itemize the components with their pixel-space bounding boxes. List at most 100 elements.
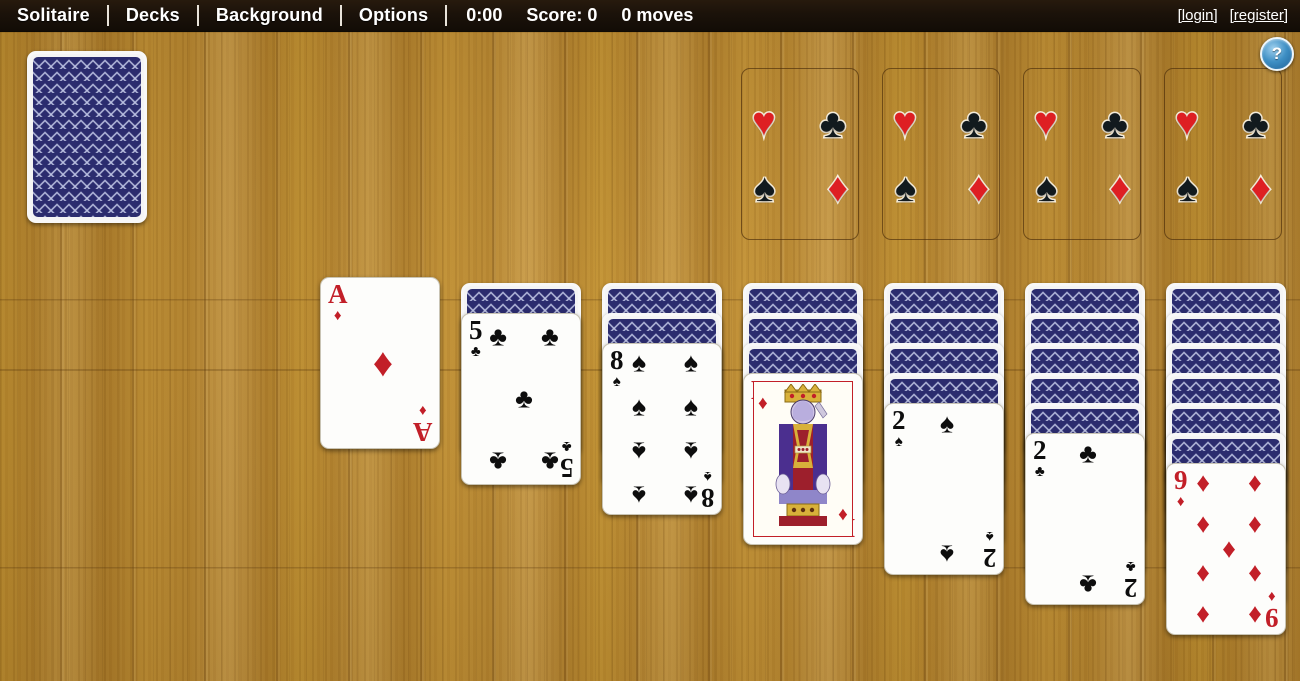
face-up-card-2-of-spades[interactable]: 2 ♠ 2 ♠ ♠ ♠ bbox=[884, 403, 1004, 575]
spade-pip-icon: ♠ bbox=[683, 480, 699, 511]
card-rank: 2 bbox=[1123, 573, 1138, 603]
diamond-icon: ♦ bbox=[1249, 166, 1272, 210]
card-corner-index: 2 ♠ bbox=[982, 528, 997, 573]
spade-icon: ♠ bbox=[612, 372, 621, 390]
club-pip-icon: ♣ bbox=[489, 321, 507, 352]
card-corner-index: 2 ♠ bbox=[892, 407, 906, 450]
spade-pip-icon: ♠ bbox=[683, 391, 699, 422]
menu-decks[interactable]: Decks bbox=[116, 5, 190, 26]
card-corner-index: A ♦ bbox=[328, 281, 348, 324]
spade-pip-icon: ♠ bbox=[683, 436, 699, 467]
diamond-icon: ♦ bbox=[1176, 492, 1185, 510]
foundation-suit-grid: ♥ ♣ ♠ ♦ bbox=[751, 101, 850, 210]
menu-separator bbox=[196, 5, 199, 26]
card-pip-field: ♦ ♦ ♦ ♦ ♦ ♦ ♦ ♦ ♦ bbox=[1193, 467, 1265, 631]
diamond-icon: ♦ bbox=[333, 306, 342, 324]
card-corner-index: 5 ♣ bbox=[559, 438, 574, 483]
menu-separator bbox=[106, 5, 109, 26]
face-up-card-a-of-diamonds[interactable]: A ♦ A ♦ ♦ bbox=[320, 277, 440, 449]
club-pip-icon: ♣ bbox=[489, 446, 507, 477]
club-pip-icon: ♣ bbox=[1079, 438, 1097, 469]
stock-pile[interactable] bbox=[27, 51, 147, 223]
spade-icon: ♠ bbox=[894, 432, 903, 450]
club-icon: ♣ bbox=[561, 438, 572, 456]
face-up-card-9-of-diamonds[interactable]: 9 ♦ 9 ♦ ♦ ♦ ♦ ♦ ♦ ♦ ♦ ♦ ♦ bbox=[1166, 463, 1286, 635]
foundation-suit-grid: ♥ ♣ ♠ ♦ bbox=[1174, 101, 1273, 210]
club-icon: ♣ bbox=[1034, 462, 1045, 480]
foundation-suit-grid: ♥ ♣ ♠ ♦ bbox=[892, 101, 991, 210]
diamond-pip-icon: ♦ bbox=[1196, 559, 1210, 590]
diamond-pip-icon: ♦ bbox=[1222, 533, 1236, 564]
login-link[interactable]: [login] bbox=[1172, 7, 1224, 24]
card-rank: 5 bbox=[559, 453, 574, 483]
club-icon: ♣ bbox=[959, 102, 988, 146]
card-rank: 9 bbox=[1264, 603, 1279, 633]
court-card-artwork: ♦ ♦ bbox=[753, 381, 853, 537]
card-back-pattern bbox=[33, 57, 141, 217]
spade-icon: ♠ bbox=[1034, 166, 1058, 210]
diamond-icon: ♦ bbox=[967, 166, 990, 210]
card-rank: 5 bbox=[469, 315, 483, 345]
spade-pip-icon: ♠ bbox=[631, 347, 647, 378]
spade-pip-icon: ♠ bbox=[939, 408, 955, 439]
diamond-icon: ♦ bbox=[838, 504, 848, 525]
spade-icon: ♠ bbox=[893, 166, 917, 210]
diamond-icon: ♦ bbox=[1108, 166, 1131, 210]
card-pip-field: ♠ ♠ bbox=[911, 408, 983, 570]
diamond-pip-icon: ♦ bbox=[1248, 467, 1262, 498]
diamond-pip-icon: ♦ bbox=[372, 341, 394, 385]
menu-background[interactable]: Background bbox=[206, 5, 333, 26]
face-up-card-8-of-spades[interactable]: 8 ♠ 8 ♠ ♠ ♠ ♠ ♠ ♠ ♠ ♠ ♠ bbox=[602, 343, 722, 515]
menu-solitaire[interactable]: Solitaire bbox=[0, 5, 100, 26]
heart-icon: ♥ bbox=[1033, 100, 1060, 144]
diamond-pip-icon: ♦ bbox=[1248, 508, 1262, 539]
menu-separator bbox=[445, 5, 448, 26]
card-corner-index: 2 ♣ bbox=[1123, 558, 1138, 603]
card-corner-index: 8 ♠ bbox=[610, 345, 624, 390]
face-up-card-k-of-diamonds[interactable]: K♦K♦♦♦ bbox=[743, 373, 863, 545]
menu-separator bbox=[339, 5, 342, 26]
spade-pip-icon: ♠ bbox=[631, 391, 647, 422]
club-icon: ♣ bbox=[1241, 102, 1270, 146]
help-icon[interactable]: ? bbox=[1260, 37, 1294, 71]
diamond-icon: ♦ bbox=[418, 402, 427, 420]
card-rank: 2 bbox=[982, 543, 997, 573]
face-up-card-2-of-clubs[interactable]: 2 ♣ 2 ♣ ♣ ♣ bbox=[1025, 433, 1145, 605]
card-rank: 8 bbox=[610, 345, 624, 375]
king-figure bbox=[775, 384, 831, 526]
card-corner-index: 8 ♠ bbox=[701, 468, 715, 513]
spade-icon: ♠ bbox=[703, 468, 712, 486]
card-pip-field: ♣ ♣ bbox=[1052, 438, 1124, 600]
diamond-pip-icon: ♦ bbox=[1196, 467, 1210, 498]
card-rank: 2 bbox=[1033, 435, 1047, 465]
card-rank: 9 bbox=[1174, 465, 1188, 495]
club-icon: ♣ bbox=[818, 102, 847, 146]
club-icon: ♣ bbox=[1125, 558, 1136, 576]
heart-icon: ♥ bbox=[751, 100, 778, 144]
diamond-icon: ♦ bbox=[1267, 588, 1276, 606]
spade-pip-icon: ♠ bbox=[939, 539, 955, 570]
diamond-pip-icon: ♦ bbox=[1248, 600, 1262, 631]
foundation-slot-2[interactable]: ♥ ♣ ♠ ♦ bbox=[882, 68, 1000, 240]
spade-icon: ♠ bbox=[985, 528, 994, 546]
spade-pip-icon: ♠ bbox=[631, 436, 647, 467]
club-pip-icon: ♣ bbox=[1079, 569, 1097, 600]
register-link[interactable]: [register] bbox=[1224, 7, 1300, 24]
club-pip-icon: ♣ bbox=[541, 446, 559, 477]
foundation-slot-4[interactable]: ♥ ♣ ♠ ♦ bbox=[1164, 68, 1282, 240]
card-corner-index: 9 ♦ bbox=[1264, 588, 1279, 633]
foundation-slot-3[interactable]: ♥ ♣ ♠ ♦ bbox=[1023, 68, 1141, 240]
diamond-pip-icon: ♦ bbox=[1196, 508, 1210, 539]
foundation-suit-grid: ♥ ♣ ♠ ♦ bbox=[1033, 101, 1132, 210]
club-icon: ♣ bbox=[1100, 102, 1129, 146]
menu-options[interactable]: Options bbox=[349, 5, 438, 26]
spade-icon: ♠ bbox=[1175, 166, 1199, 210]
timer-display: 0:00 bbox=[466, 5, 503, 25]
diamond-icon: ♦ bbox=[758, 393, 768, 414]
face-up-card-5-of-clubs[interactable]: 5 ♣ 5 ♣ ♣ ♣ ♣ ♣ ♣ bbox=[461, 313, 581, 485]
moves-display: 0 moves bbox=[621, 5, 694, 25]
card-corner-index: 9 ♦ bbox=[1174, 465, 1188, 510]
foundation-slot-1[interactable]: ♥ ♣ ♠ ♦ bbox=[741, 68, 859, 240]
heart-icon: ♥ bbox=[1174, 100, 1201, 144]
card-pip-field: ♠ ♠ ♠ ♠ ♠ ♠ ♠ ♠ bbox=[629, 347, 701, 511]
